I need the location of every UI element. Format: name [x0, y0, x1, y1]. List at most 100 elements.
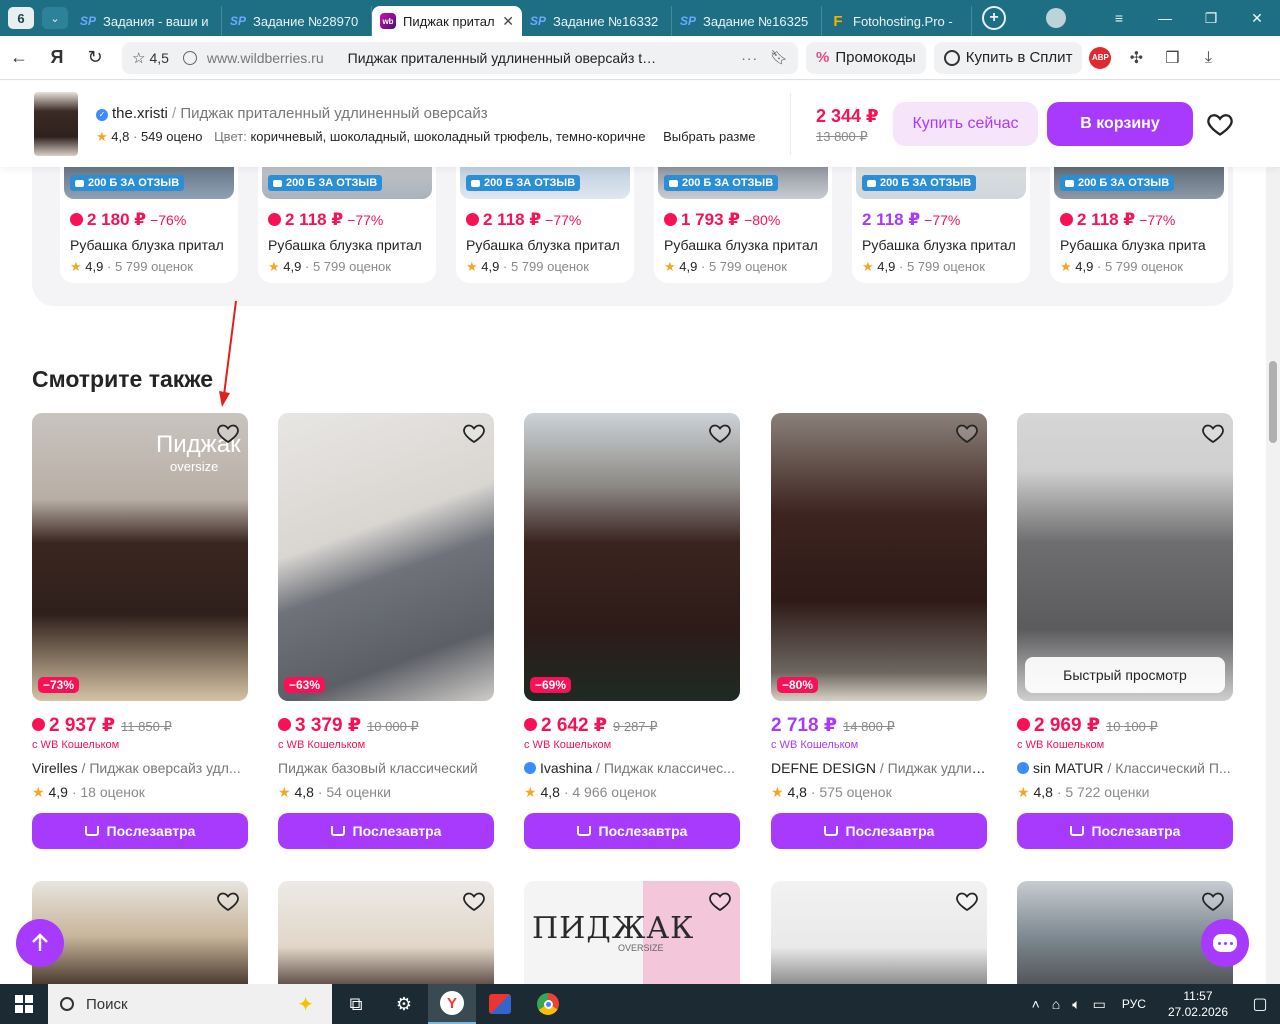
delivery-button[interactable]: Послезавтра	[32, 813, 248, 849]
select-size-link[interactable]: Выбрать разме	[663, 129, 755, 144]
product-image[interactable]: Быстрый просмотр	[1017, 413, 1233, 701]
tabs-dropdown-button[interactable]: ⌄	[42, 7, 68, 29]
window-menu-icon[interactable]: ≡	[1096, 10, 1142, 26]
browser-tab[interactable]: SP Задание №28970	[222, 6, 372, 36]
product-title[interactable]: sin MATUR / Классический П...	[1017, 760, 1233, 776]
taskbar-search[interactable]: Поиск ✦	[48, 984, 332, 1024]
carousel-product-name[interactable]: Рубашка блузка притал	[268, 237, 424, 253]
split-button[interactable]: Купить в Сплит	[933, 41, 1083, 74]
percent-icon: %	[816, 49, 830, 66]
network-icon[interactable]: ⌂	[1052, 996, 1060, 1012]
product-title[interactable]: DEFNE DESIGN / Пиджак удлин...	[771, 760, 987, 776]
quick-view-button[interactable]: Быстрый просмотр	[1025, 657, 1225, 693]
product-card[interactable]: −63% 3 379 ₽ 10 000 ₽ с WB Кошельком Пиджак …	[278, 413, 494, 853]
back-button[interactable]: ←	[0, 47, 38, 68]
heart-icon[interactable]	[955, 889, 979, 913]
yandex-home-button[interactable]: Я	[38, 47, 76, 68]
browser-tab[interactable]: SP Задание №16325	[672, 6, 822, 36]
new-tab-button[interactable]: +	[982, 6, 1006, 30]
product-card-image[interactable]: ПИДЖАК OVERSIZE	[524, 881, 740, 984]
clock[interactable]: 11:57 27.02.2026	[1168, 988, 1228, 1020]
page-scrollbar[interactable]	[1266, 81, 1280, 984]
browser-tab[interactable]: F Fotohosting.Pro -	[822, 6, 972, 36]
star-icon: ★	[664, 259, 676, 274]
product-price: 2 718 ₽ 14 800 ₽	[771, 714, 895, 737]
heart-icon[interactable]	[462, 421, 486, 445]
scrollbar-thumb[interactable]	[1269, 361, 1277, 443]
heart-icon[interactable]	[1201, 421, 1225, 445]
heart-icon[interactable]	[708, 889, 732, 913]
task-view-button[interactable]: ⧉	[332, 984, 380, 1024]
product-title[interactable]: Пиджак базовый классический	[278, 760, 494, 776]
start-button[interactable]	[0, 984, 48, 1024]
seller-brand[interactable]: the.xristi	[112, 105, 168, 122]
product-title[interactable]: Ivashina / Пиджак классичес...	[524, 760, 740, 776]
browser-tab[interactable]: SP Задание №16332	[522, 6, 672, 36]
language-indicator[interactable]: РУС	[1122, 997, 1146, 1011]
minimize-icon[interactable]: —	[1142, 10, 1188, 26]
heart-icon[interactable]	[955, 421, 979, 445]
url-field[interactable]: ☆ 4,5 www.wildberries.ru Пиджак притален…	[122, 41, 798, 74]
heart-icon[interactable]	[462, 889, 486, 913]
notifications-icon[interactable]: ▢	[1240, 994, 1280, 1014]
profile-avatar[interactable]	[1046, 8, 1066, 28]
speaker-icon[interactable]: 🔈︎	[1072, 996, 1080, 1013]
browser-tab[interactable]: SP Задания - ваши и	[72, 6, 222, 36]
product-title[interactable]: Virelles / Пиджак оверсайз удл...	[32, 760, 248, 776]
product-card[interactable]: Пиджак oversize −73% 2 937 ₽11 850 ₽ с WB Ко…	[32, 413, 248, 853]
badge-label: 200 Б ЗА ОТЗЫВ	[484, 177, 576, 189]
extensions-button[interactable]: ✣	[1118, 48, 1154, 68]
bookmark-icon[interactable]: 🔖︎	[770, 49, 788, 66]
heart-icon[interactable]	[708, 421, 732, 445]
heart-icon[interactable]	[216, 421, 240, 445]
scroll-to-top-button[interactable]	[16, 919, 64, 967]
promo-codes-button[interactable]: % Промокоды	[806, 41, 926, 74]
carousel-product-name[interactable]: Рубашка блузка притал	[70, 237, 226, 253]
product-card[interactable]: −80% 2 718 ₽ 14 800 ₽ с WB Кошельком DEFNE D…	[771, 413, 987, 853]
delivery-button[interactable]: Послезавтра	[524, 813, 740, 849]
product-card-image[interactable]	[1017, 881, 1233, 984]
carousel-product-name[interactable]: Рубашка блузка притал	[862, 237, 1018, 253]
reload-button[interactable]: ↻	[76, 47, 114, 68]
carousel-product-name[interactable]: Рубашка блузка притал	[466, 237, 622, 253]
wallet-icon	[664, 213, 677, 226]
product-image[interactable]: Пиджак oversize −73%	[32, 413, 248, 701]
chevron-up-icon[interactable]: ˄	[1032, 996, 1040, 1012]
product-thumbnail[interactable]	[34, 92, 78, 156]
product-card[interactable]: −69% 2 642 ₽ 9 287 ₽ с WB Кошельком Ivashina…	[524, 413, 740, 853]
delivery-button[interactable]: Послезавтра	[1017, 813, 1233, 849]
browser-tab[interactable]: wb Пиджак притал ✕	[372, 6, 522, 36]
heart-icon[interactable]	[1206, 110, 1234, 138]
product-image[interactable]: −80%	[771, 413, 987, 701]
adblock-extension[interactable]: ABP	[1082, 46, 1118, 69]
delivery-button[interactable]: Послезавтра	[278, 813, 494, 849]
carousel-product-name[interactable]: Рубашка блузка прита	[1060, 237, 1216, 253]
product-card-image[interactable]	[32, 881, 248, 984]
product-card[interactable]: Быстрый просмотр 2 969 ₽ 10 100 ₽ с WB Коше…	[1017, 413, 1233, 853]
settings-button[interactable]: ⚙	[380, 984, 428, 1024]
downloads-button[interactable]: ⤓	[1190, 49, 1226, 67]
heart-icon[interactable]	[1201, 889, 1225, 913]
product-card-image[interactable]	[278, 881, 494, 984]
chat-button[interactable]	[1201, 919, 1249, 967]
product-reviews[interactable]: 549 оцено	[141, 129, 202, 144]
heart-icon[interactable]	[216, 889, 240, 913]
app-button[interactable]	[476, 984, 524, 1024]
product-card-image[interactable]	[771, 881, 987, 984]
battery-icon[interactable]: ▭	[1093, 996, 1106, 1013]
buy-now-button[interactable]: Купить сейчас	[893, 102, 1038, 146]
close-window-icon[interactable]: ✕	[1234, 10, 1280, 27]
more-icon[interactable]: ···	[741, 50, 758, 66]
close-tab-icon[interactable]: ✕	[502, 13, 514, 30]
tab-count-button[interactable]: 6	[8, 7, 34, 29]
yandex-browser-button[interactable]: Y	[428, 984, 476, 1024]
chrome-button[interactable]	[524, 984, 572, 1024]
delivery-button[interactable]: Послезавтра	[771, 813, 987, 849]
reviews-count: 5 722 оценки	[1065, 784, 1150, 800]
product-image[interactable]: −63%	[278, 413, 494, 701]
collections-button[interactable]: ❒	[1154, 48, 1190, 68]
restore-icon[interactable]: ❐	[1188, 10, 1234, 27]
product-image[interactable]: −69%	[524, 413, 740, 701]
carousel-product-name[interactable]: Рубашка блузка притал	[664, 237, 820, 253]
add-to-cart-button[interactable]: В корзину	[1047, 102, 1193, 146]
